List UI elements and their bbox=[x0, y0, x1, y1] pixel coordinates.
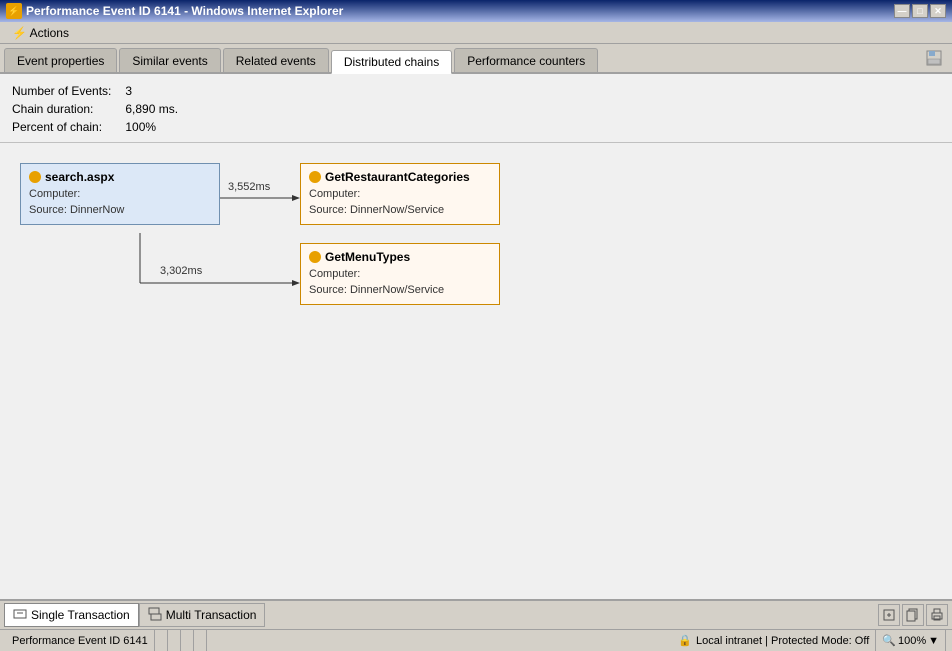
actions-menu[interactable]: ⚡ Actions bbox=[4, 24, 77, 42]
status-bar: Performance Event ID 6141 🔒 Local intran… bbox=[0, 629, 952, 651]
source-node-computer: Computer: bbox=[29, 186, 211, 202]
single-transaction-icon bbox=[13, 607, 27, 624]
tabs-container: Event properties Similar events Related … bbox=[0, 44, 952, 74]
multi-transaction-icon bbox=[148, 607, 162, 624]
security-icon: 🔒 bbox=[678, 634, 692, 647]
percent-chain-value: 100% bbox=[125, 120, 156, 134]
arrow2-label: 3,302ms bbox=[160, 265, 202, 277]
arrow1-label: 3,552ms bbox=[228, 181, 270, 193]
source-node-source: Source: DinnerNow bbox=[29, 202, 211, 218]
status-segment-4 bbox=[181, 630, 194, 651]
status-segment-5 bbox=[194, 630, 207, 651]
bottom-bar: Single Transaction Multi Transaction bbox=[0, 599, 952, 629]
target-node-1-source: Source: DinnerNow/Service bbox=[309, 202, 491, 218]
tab-related-events[interactable]: Related events bbox=[223, 48, 329, 72]
window-controls: — □ ✕ bbox=[894, 4, 946, 18]
multi-transaction-label: Multi Transaction bbox=[166, 608, 257, 622]
single-transaction-label: Single Transaction bbox=[31, 608, 130, 622]
percent-chain-row: Percent of chain: 100% bbox=[12, 118, 940, 136]
chain-duration-row: Chain duration: 6,890 ms. bbox=[12, 100, 940, 118]
target-node-2-title: GetMenuTypes bbox=[309, 250, 491, 264]
events-count-row: Number of Events: 3 bbox=[12, 82, 940, 100]
tab-performance-counters[interactable]: Performance counters bbox=[454, 48, 598, 72]
source-node-icon bbox=[29, 171, 41, 183]
close-button[interactable]: ✕ bbox=[930, 4, 946, 18]
status-event-id: Performance Event ID 6141 bbox=[6, 630, 155, 651]
zoom-dropdown-icon[interactable]: ▼ bbox=[928, 635, 939, 647]
tab-similar-events[interactable]: Similar events bbox=[119, 48, 220, 72]
target-node-1-computer: Computer: bbox=[309, 186, 491, 202]
save-icon[interactable] bbox=[924, 48, 944, 68]
restore-button[interactable]: □ bbox=[912, 4, 928, 18]
tab-distributed-chains[interactable]: Distributed chains bbox=[331, 50, 452, 74]
events-count-value: 3 bbox=[125, 84, 132, 98]
percent-chain-label: Percent of chain: bbox=[12, 118, 122, 136]
actions-icon: ⚡ bbox=[12, 26, 27, 40]
copy-button[interactable] bbox=[902, 604, 924, 626]
menu-bar: ⚡ Actions bbox=[0, 22, 952, 44]
target-node-1-title: GetRestaurantCategories bbox=[309, 170, 491, 184]
bottom-right-icons bbox=[878, 604, 948, 626]
diagram-area: search.aspx Computer: Source: DinnerNow … bbox=[0, 143, 952, 599]
target-node-2[interactable]: GetMenuTypes Computer: Source: DinnerNow… bbox=[300, 243, 500, 305]
target-node-1-icon bbox=[309, 171, 321, 183]
multi-transaction-button[interactable]: Multi Transaction bbox=[139, 603, 266, 627]
target-node-1[interactable]: GetRestaurantCategories Computer: Source… bbox=[300, 163, 500, 225]
stats-section: Number of Events: 3 Chain duration: 6,89… bbox=[0, 74, 952, 143]
source-node[interactable]: search.aspx Computer: Source: DinnerNow bbox=[20, 163, 220, 225]
status-security: 🔒 Local intranet | Protected Mode: Off bbox=[672, 630, 876, 651]
events-count-label: Number of Events: bbox=[12, 82, 122, 100]
export-button[interactable] bbox=[878, 604, 900, 626]
target-node-2-computer: Computer: bbox=[309, 266, 491, 282]
chain-duration-value: 6,890 ms. bbox=[125, 102, 178, 116]
single-transaction-button[interactable]: Single Transaction bbox=[4, 603, 139, 627]
window-title: Performance Event ID 6141 - Windows Inte… bbox=[26, 4, 343, 18]
target-node-2-source: Source: DinnerNow/Service bbox=[309, 282, 491, 298]
window-icon: ⚡ bbox=[6, 3, 22, 19]
source-node-title: search.aspx bbox=[29, 170, 211, 184]
status-segment-2 bbox=[155, 630, 168, 651]
target-node-2-icon bbox=[309, 251, 321, 263]
status-segment-3 bbox=[168, 630, 181, 651]
zoom-icon: 🔍 bbox=[882, 634, 896, 647]
title-bar: ⚡ Performance Event ID 6141 - Windows In… bbox=[0, 0, 952, 22]
status-zoom: 🔍 100% ▼ bbox=[876, 630, 946, 651]
minimize-button[interactable]: — bbox=[894, 4, 910, 18]
print-button[interactable] bbox=[926, 604, 948, 626]
chain-duration-label: Chain duration: bbox=[12, 100, 122, 118]
tab-event-properties[interactable]: Event properties bbox=[4, 48, 117, 72]
